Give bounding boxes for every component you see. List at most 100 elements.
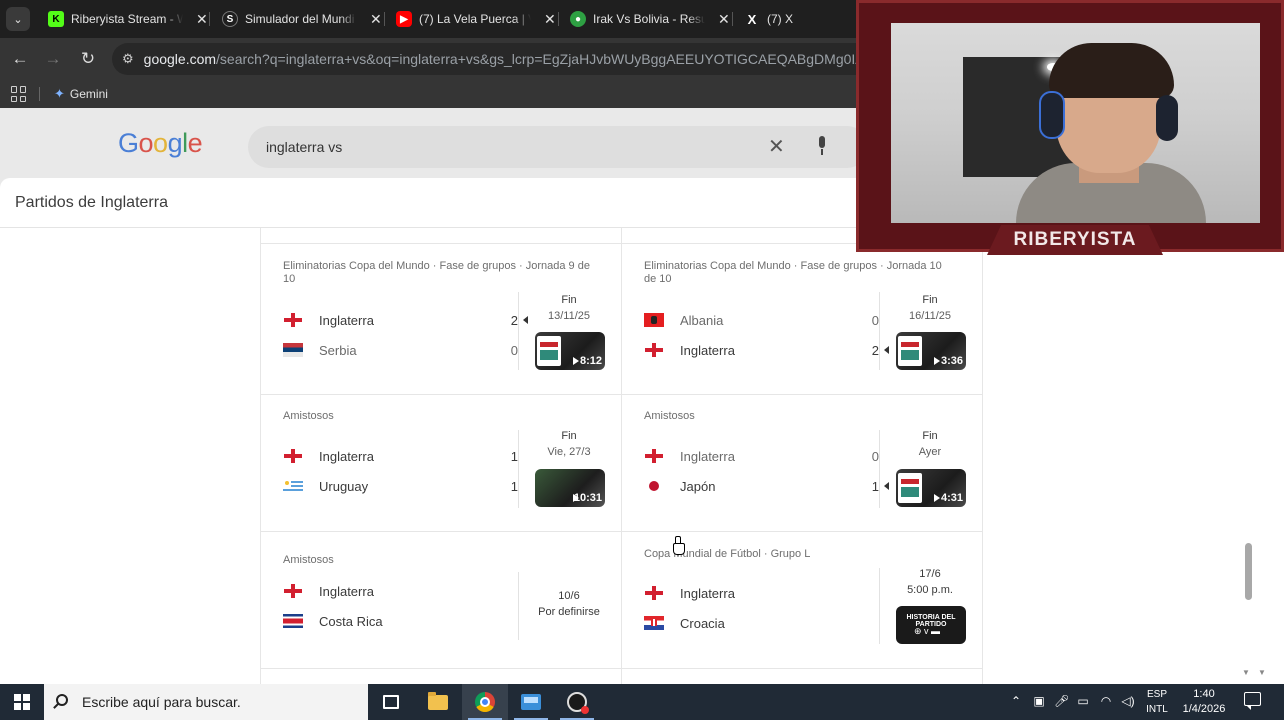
- volume-icon[interactable]: ◁): [1121, 694, 1135, 708]
- match-status: 10/6 Por definirse: [528, 588, 610, 620]
- play-icon: [934, 494, 940, 502]
- task-view-button[interactable]: [368, 684, 414, 720]
- meet-now-icon[interactable]: ▣: [1032, 694, 1046, 708]
- input-language[interactable]: ESP INTL: [1146, 687, 1168, 717]
- scrollbar[interactable]: [1240, 228, 1258, 682]
- match-status: Fin Ayer: [889, 428, 971, 460]
- taskbar-search-box[interactable]: Escribe aquí para buscar.: [44, 684, 368, 720]
- tab-title: Simulador del Mundi: [245, 12, 355, 26]
- tab-search-chevron-icon[interactable]: ⌄: [6, 7, 30, 31]
- match-card-inglaterra-croacia[interactable]: Copa Mundial de Fútbol · Grupo L Inglate…: [621, 544, 981, 681]
- match-card-inglaterra-costa-rica[interactable]: Amistosos Inglaterra Costa Rica 10/6 Por…: [260, 544, 620, 681]
- search-query[interactable]: inglaterra vs: [266, 139, 342, 155]
- grid-line: [260, 394, 983, 395]
- status-label: Fin: [561, 430, 577, 442]
- app-window-button[interactable]: [508, 684, 554, 720]
- highlight-video-thumbnail[interactable]: 10:31: [535, 469, 605, 507]
- league-label: Amistosos: [283, 410, 334, 422]
- team-row: Inglaterra 2: [644, 340, 889, 360]
- google-logo[interactable]: Google: [118, 128, 203, 159]
- scroll-down-arrow-icon[interactable]: ▼: [1242, 668, 1250, 677]
- flag-serbia-icon: [283, 343, 303, 357]
- forward-arrow-icon[interactable]: →: [42, 48, 64, 70]
- kick-icon: K: [48, 11, 64, 27]
- channel-logo-icon: [898, 336, 922, 366]
- team-score: 0: [871, 448, 879, 464]
- match-date: Vie, 27/3: [547, 446, 591, 458]
- show-hidden-icons-icon[interactable]: ⌃: [1009, 694, 1023, 708]
- team-score: 1: [510, 448, 518, 464]
- windows-start-icon[interactable]: [14, 694, 30, 710]
- close-tab-icon[interactable]: ✕: [370, 11, 382, 28]
- flag-croatia-icon: [644, 616, 664, 630]
- wifi-icon[interactable]: ◠: [1099, 694, 1113, 708]
- channel-logo-icon: [898, 473, 922, 503]
- match-preview-thumbnail[interactable]: HISTORIA DEL PARTIDO ⊕ v ▬: [896, 606, 966, 644]
- close-tab-icon[interactable]: ✕: [718, 11, 730, 28]
- system-clock[interactable]: 1:40 1/4/2026: [1176, 687, 1232, 717]
- team-name: Costa Rica: [319, 613, 383, 629]
- clear-search-icon[interactable]: ✕: [768, 134, 785, 159]
- highlight-video-thumbnail[interactable]: 3:36: [896, 332, 966, 370]
- video-duration: 8:12: [579, 355, 602, 367]
- video-duration: 4:31: [940, 492, 963, 504]
- highlight-video-thumbnail[interactable]: 8:12: [535, 332, 605, 370]
- match-card-inglaterra-uruguay[interactable]: Amistosos Inglaterra 1 Uruguay 1 Fin Vie…: [260, 400, 620, 537]
- bookmark-gemini[interactable]: ✦ Gemini: [54, 86, 108, 102]
- status-label: Fin: [922, 430, 938, 442]
- match-date: 16/11/25: [908, 310, 951, 322]
- screen: { "browser": { "tabs": [ {"title": "Ribe…: [0, 0, 1284, 720]
- battery-icon[interactable]: ▭: [1076, 694, 1090, 708]
- tab-la-vela-puerca[interactable]: ▶ (7) La Vela Puerca | Vi ✕: [388, 6, 564, 32]
- league-label: Amistosos: [644, 410, 695, 422]
- match-status: Fin 13/11/25: [528, 292, 610, 324]
- microphone-icon[interactable]: 🎤︎: [1054, 694, 1069, 708]
- notification-center-icon[interactable]: [1244, 692, 1261, 710]
- chrome-button[interactable]: [462, 684, 508, 720]
- highlight-video-thumbnail[interactable]: 4:31: [896, 469, 966, 507]
- tab-separator: [384, 12, 385, 26]
- team-name: Inglaterra: [319, 312, 374, 328]
- league-label: Eliminatorias Copa del Mundo · Fase de g…: [644, 260, 942, 285]
- tab-title: Riberyista Stream - W: [71, 12, 183, 26]
- team-name: Uruguay: [319, 478, 369, 494]
- tab-x[interactable]: X (7) X: [736, 6, 801, 32]
- obs-icon: [567, 692, 589, 714]
- team-score: 2: [510, 312, 518, 328]
- site-info-icon[interactable]: ⚙: [122, 51, 134, 67]
- headset-icon: [1039, 91, 1065, 139]
- hand-cursor-icon: [672, 536, 685, 555]
- play-icon: [934, 357, 940, 365]
- tab-irak-vs-bolivia[interactable]: ● Irak Vs Bolivia - Resul ✕: [562, 6, 738, 32]
- team-row: Japón 1: [644, 476, 889, 496]
- close-tab-icon[interactable]: ✕: [544, 11, 556, 28]
- microphone-icon[interactable]: [816, 136, 828, 156]
- tab-simulador[interactable]: S Simulador del Mundi ✕: [214, 6, 390, 32]
- team-row: Albania 0: [644, 310, 879, 330]
- scroll-down-arrow-icon[interactable]: ▼: [1258, 668, 1266, 677]
- tab-separator: [558, 12, 559, 26]
- team-score: 0: [871, 312, 879, 328]
- match-card-inglaterra-serbia[interactable]: Eliminatorias Copa del Mundo · Fase de g…: [260, 250, 620, 387]
- close-tab-icon[interactable]: ✕: [196, 11, 208, 28]
- bookmark-separator: [39, 87, 40, 101]
- card-divider: [518, 430, 519, 508]
- match-status: 17/6 5:00 p.m.: [889, 566, 971, 598]
- file-explorer-button[interactable]: [415, 684, 461, 720]
- match-card-albania-inglaterra[interactable]: Eliminatorias Copa del Mundo · Fase de g…: [621, 250, 981, 387]
- team-row: Costa Rica: [283, 611, 518, 631]
- apps-grid-icon[interactable]: [11, 86, 27, 102]
- tab-riberyista-stream[interactable]: K Riberyista Stream - W ✕: [40, 6, 216, 32]
- streamer-name: RIBERYISTA: [1013, 229, 1137, 250]
- google-search-box[interactable]: inglaterra vs ✕: [248, 126, 868, 168]
- channel-logo-icon: [537, 336, 561, 366]
- scrollbar-thumb[interactable]: [1245, 543, 1252, 600]
- obs-studio-button[interactable]: [554, 684, 600, 720]
- tab-title: (7) X: [767, 12, 794, 26]
- address-bar[interactable]: ⚙ google.com/search?q=inglaterra+vs&oq=i…: [112, 43, 872, 75]
- webcam-feed: [891, 23, 1260, 223]
- reload-icon[interactable]: ↻: [77, 48, 99, 70]
- team-row: Inglaterra: [283, 581, 518, 601]
- back-arrow-icon[interactable]: ←: [9, 48, 31, 70]
- match-card-inglaterra-japon[interactable]: Amistosos Inglaterra 0 Japón 1 Fin Ayer …: [621, 400, 981, 537]
